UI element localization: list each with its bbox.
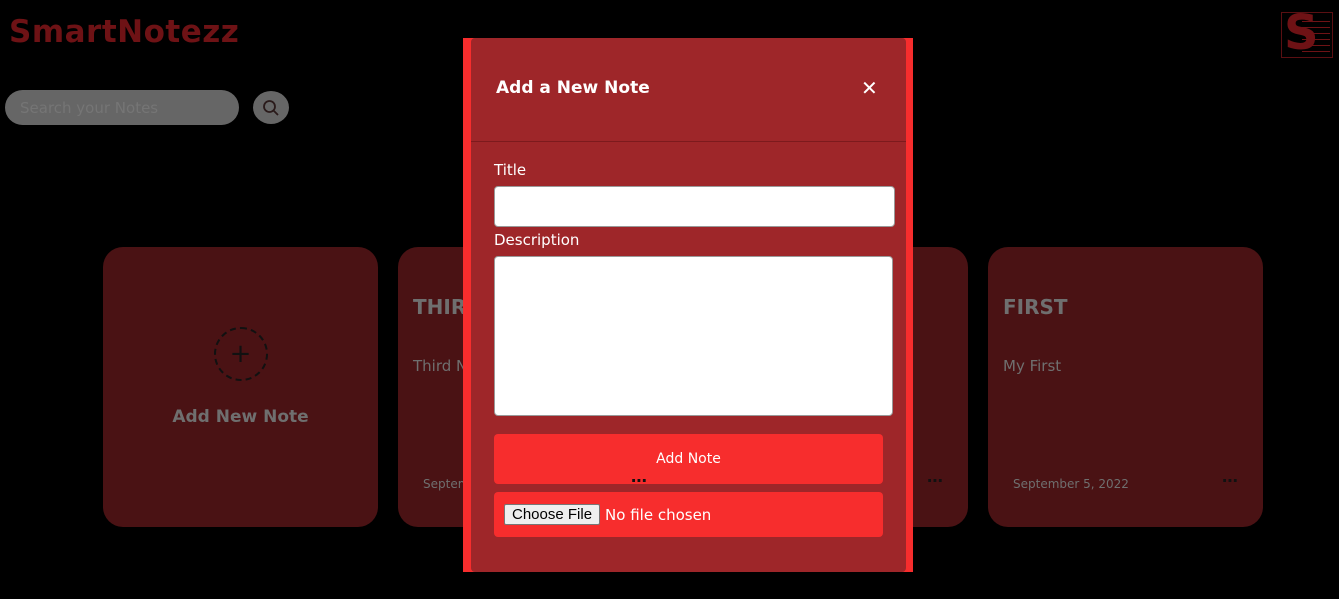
- search-button[interactable]: [253, 91, 289, 124]
- search-input[interactable]: [5, 90, 239, 125]
- description-label: Description: [494, 231, 580, 249]
- plus-icon: +: [213, 327, 268, 381]
- more-icon[interactable]: ⋯: [1222, 471, 1238, 490]
- note-description: Third N: [413, 357, 468, 375]
- note-title: FIRST: [1003, 295, 1068, 319]
- more-icon[interactable]: ⋯: [631, 471, 647, 490]
- choose-file-button[interactable]: Choose File: [504, 504, 601, 525]
- note-card[interactable]: FIRST My First September 5, 2022 ⋯: [988, 247, 1263, 527]
- file-input[interactable]: Choose File No file chosen: [494, 492, 883, 537]
- title-label: Title: [494, 161, 527, 179]
- add-note-card[interactable]: + Add New Note: [103, 247, 378, 527]
- modal-header: Add a New Note ✕: [471, 38, 906, 142]
- note-date: September 5, 2022: [1013, 477, 1129, 491]
- close-icon[interactable]: ✕: [861, 76, 878, 100]
- add-note-label: Add New Note: [172, 407, 309, 427]
- note-description: My First: [1003, 357, 1062, 375]
- more-icon[interactable]: ⋯: [927, 471, 943, 490]
- brand-title: SmartNotezz: [9, 14, 240, 50]
- modal-title: Add a New Note: [496, 78, 650, 98]
- file-status: No file chosen: [605, 505, 712, 524]
- description-input[interactable]: [494, 256, 893, 416]
- search-icon: [263, 99, 279, 116]
- add-note-modal: Add a New Note ✕ Title Description Add N…: [463, 38, 913, 572]
- add-note-button[interactable]: Add Note: [494, 434, 883, 484]
- note-title: THIR: [413, 295, 467, 319]
- logo: S: [1281, 5, 1333, 61]
- title-input[interactable]: [494, 186, 895, 227]
